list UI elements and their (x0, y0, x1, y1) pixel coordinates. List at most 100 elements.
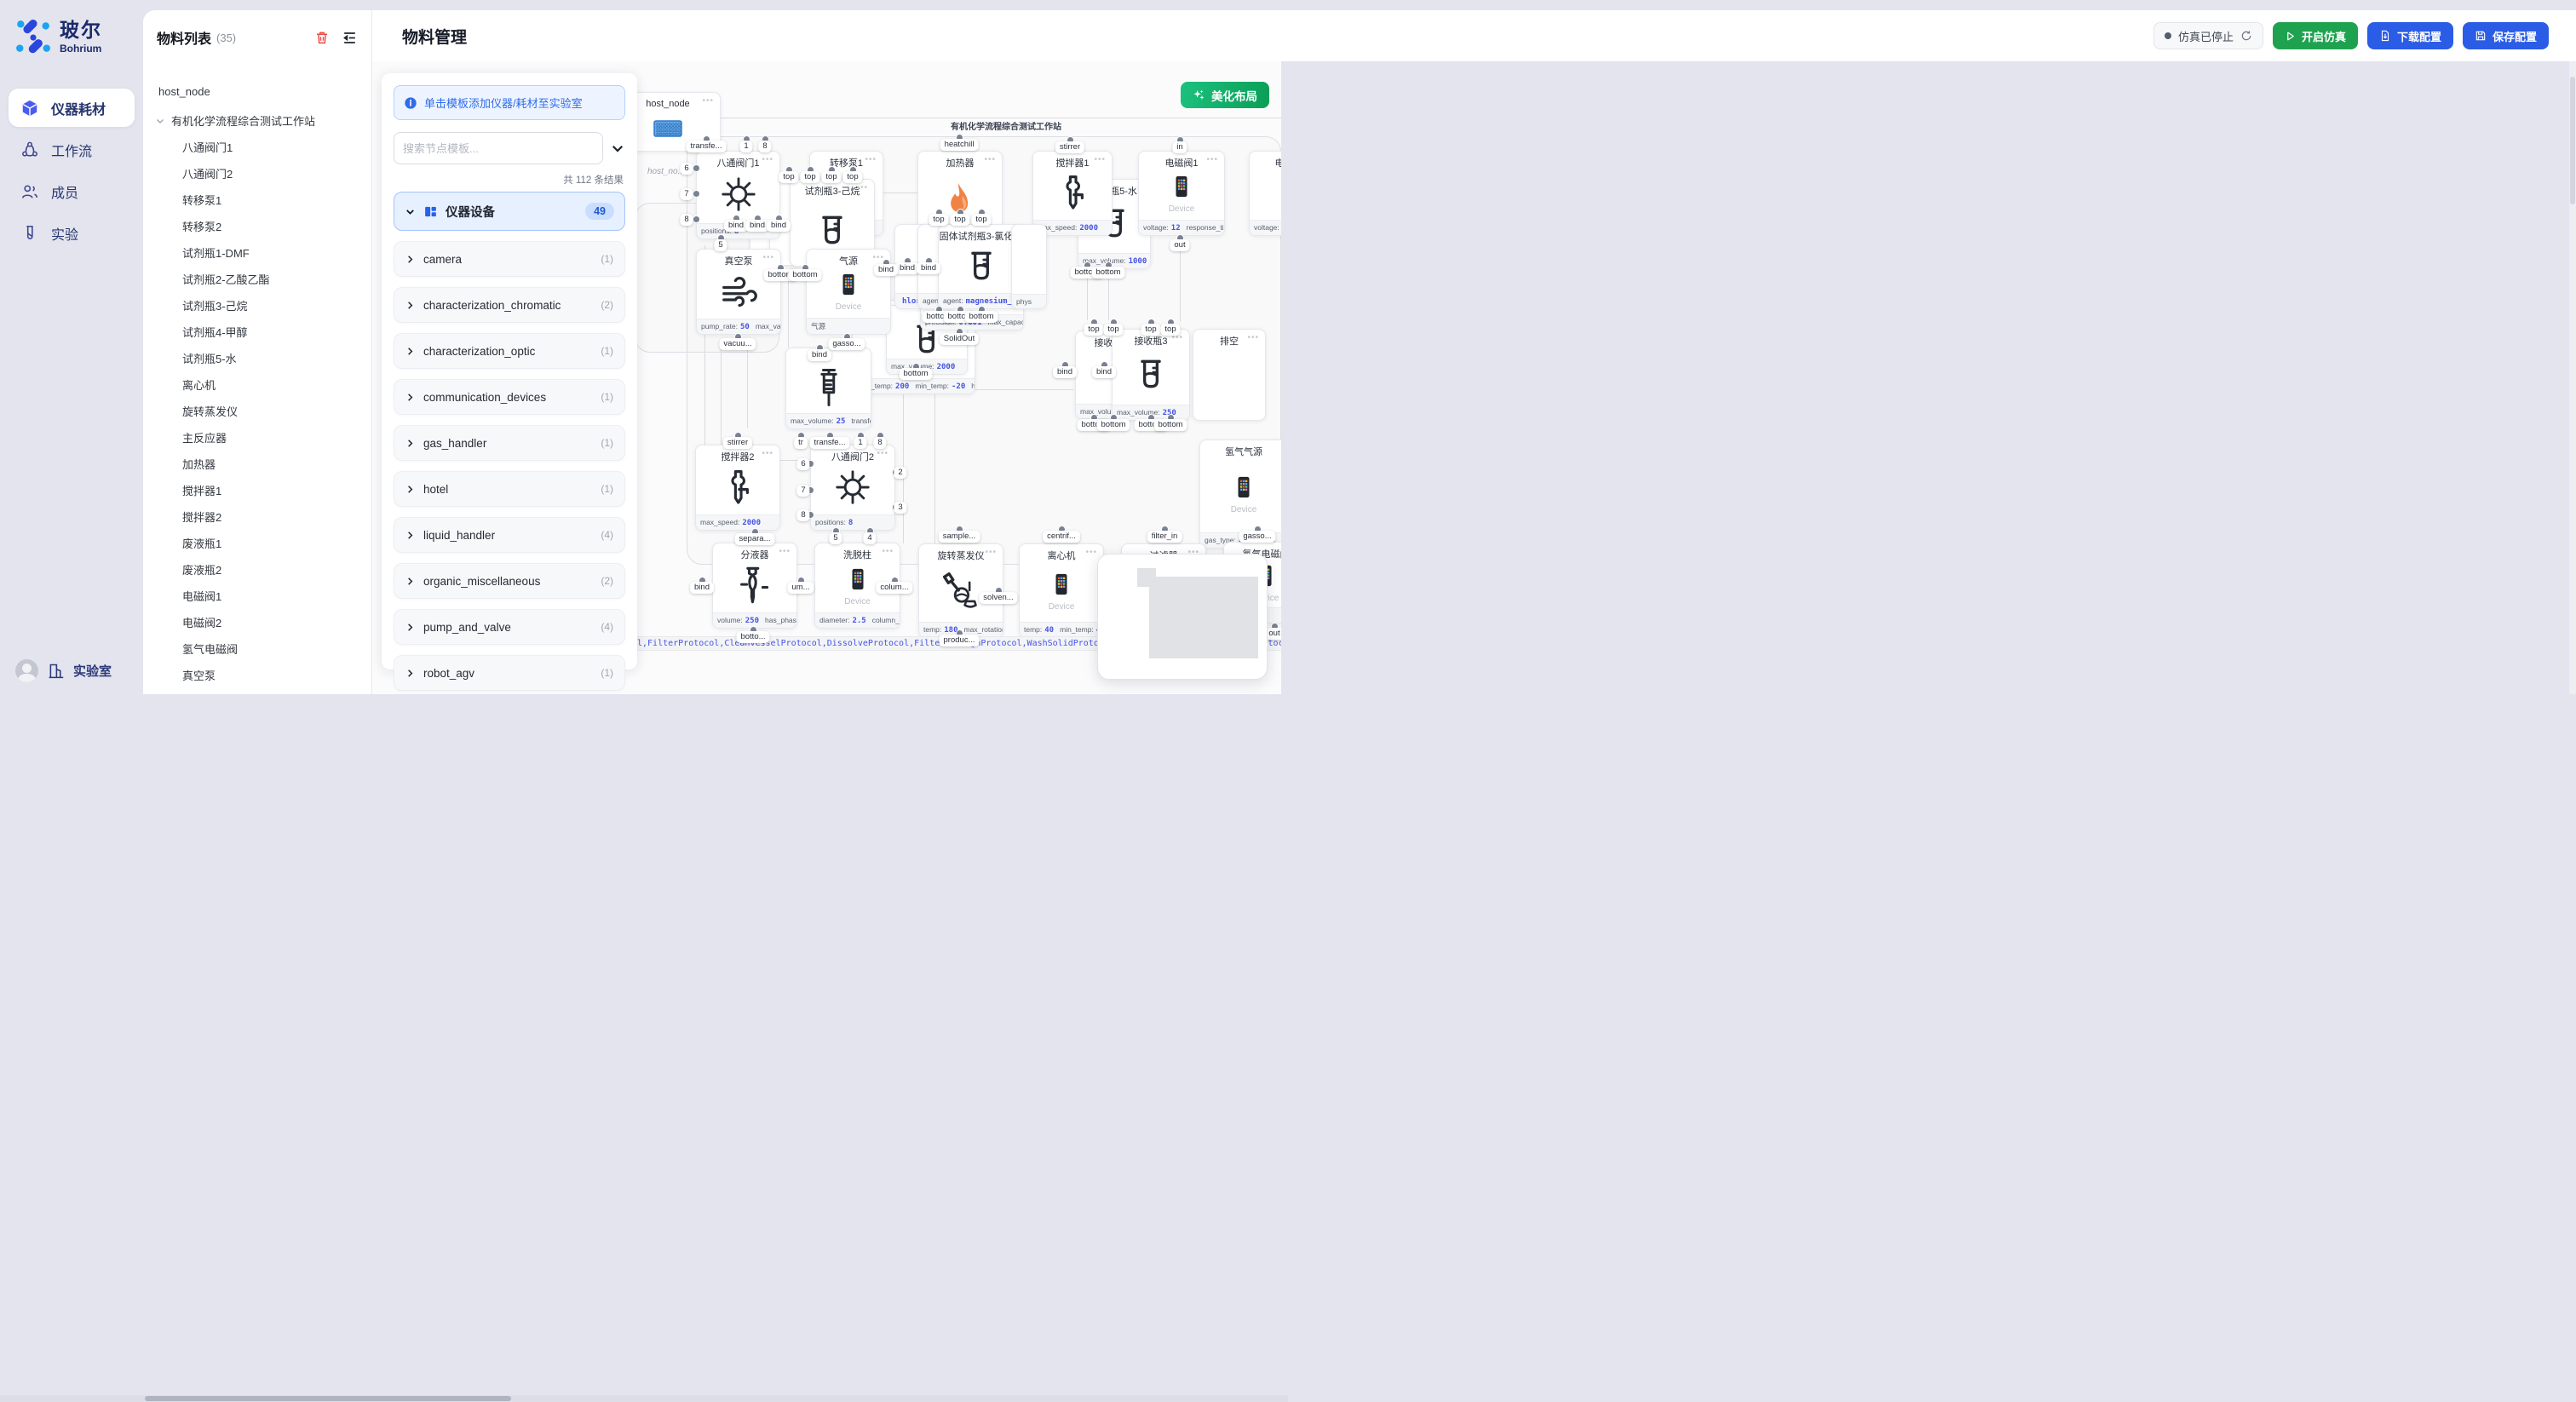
port-pill[interactable]: top (1103, 324, 1123, 336)
port-pill[interactable]: 8 (758, 141, 771, 152)
canvas-node[interactable]: 气源••• Device气源 (806, 249, 891, 335)
tree-item[interactable]: 搅拌器1 (143, 477, 371, 503)
tree-item[interactable]: 离心机 (143, 371, 371, 398)
template-item[interactable]: pump_and_valve(4) (394, 609, 625, 645)
node-menu-icon[interactable]: ••• (702, 97, 714, 106)
canvas-node[interactable]: 电磁阀2voltage:12 (1249, 151, 1281, 236)
port-pill[interactable]: 8 (873, 437, 886, 449)
download-config-button[interactable]: 下载配置 (2367, 22, 2453, 49)
port-pill[interactable]: transfe... (810, 437, 850, 449)
node-menu-icon[interactable]: ••• (779, 548, 791, 556)
port-pill[interactable]: 5 (714, 239, 727, 251)
port-pill[interactable]: sample... (939, 531, 980, 543)
node-menu-icon[interactable]: ••• (1094, 156, 1106, 164)
port-pill[interactable]: bind (1092, 366, 1116, 378)
canvas-node[interactable]: 搅拌器1•••max_speed:2000 (1032, 151, 1113, 236)
port-pill[interactable]: top (779, 171, 798, 183)
node-menu-icon[interactable]: ••• (762, 450, 773, 458)
sidebar-item-workflow[interactable]: 工作流 (9, 130, 135, 169)
port-pill[interactable]: bind (917, 262, 940, 274)
port-pill[interactable]: gasso... (828, 338, 865, 350)
tree-item[interactable]: 电磁阀1 (143, 583, 371, 609)
tree-item[interactable]: 试剂瓶1-DMF (143, 239, 371, 266)
tree-item[interactable]: 八通阀门1 (143, 134, 371, 160)
scrollbar-thumb[interactable] (2570, 77, 2575, 204)
port-pill[interactable]: tr (794, 437, 808, 449)
simulation-status-pill[interactable]: 仿真已停止 (2153, 22, 2263, 49)
node-menu-icon[interactable]: ••• (984, 156, 996, 164)
port-pill[interactable]: bind (767, 220, 791, 232)
tree-item[interactable]: 试剂瓶2-乙酸乙酯 (143, 266, 371, 292)
chevron-double-down-icon[interactable] (610, 141, 625, 156)
port-pill[interactable]: stirrer (723, 437, 752, 449)
port-pill[interactable]: top (1160, 324, 1180, 336)
canvas-node[interactable]: 八通阀门2••• positions:8 (810, 445, 895, 531)
tree-item[interactable]: 电磁阀2 (143, 609, 371, 635)
node-menu-icon[interactable]: ••• (762, 254, 774, 262)
canvas-node[interactable]: 接收瓶3••• max_volume:250 (1112, 329, 1190, 421)
port-pill[interactable]: 7 (680, 188, 693, 200)
tree-item[interactable]: 废液瓶1 (143, 530, 371, 556)
port-pill[interactable]: bind (745, 220, 769, 232)
port-pill[interactable]: bottom (964, 311, 998, 323)
port-pill[interactable]: produc... (940, 635, 980, 646)
canvas-node[interactable]: 搅拌器2•••max_speed:2000 (695, 445, 780, 531)
canvas-node[interactable]: 分液器••• volume:250has_phases:true (712, 543, 797, 629)
start-simulation-button[interactable]: 开启仿真 (2273, 22, 2358, 49)
sidebar-item-experiments[interactable]: 实验 (9, 214, 135, 252)
port-pill[interactable]: bind (724, 220, 748, 232)
node-menu-icon[interactable]: ••• (985, 549, 997, 557)
port-pill[interactable]: top (1084, 324, 1103, 336)
port-pill[interactable]: out (1170, 239, 1189, 251)
minimap[interactable] (1097, 554, 1268, 680)
template-item[interactable]: gas_handler(1) (394, 425, 625, 461)
trash-icon[interactable] (314, 30, 330, 45)
port-pill[interactable]: filter_in (1147, 531, 1182, 543)
port-pill[interactable]: 5 (829, 532, 842, 544)
tree-item[interactable]: 旋转蒸发仪 (143, 398, 371, 424)
tree-item[interactable]: 真空泵 (143, 662, 371, 688)
port-pill[interactable]: bind (808, 349, 831, 361)
port-pill[interactable]: bind (874, 264, 898, 276)
template-item[interactable]: robot_agv(1) (394, 655, 625, 691)
tree-item[interactable]: 试剂瓶3-己烷 (143, 292, 371, 319)
canvas-node[interactable]: 离心机••• Devicetemp:40min_temp:4max_spe (1019, 543, 1104, 638)
port-pill[interactable]: in (1172, 141, 1187, 153)
canvas-node[interactable]: phys (1011, 224, 1047, 309)
port-pill[interactable]: 1 (854, 437, 866, 449)
port-pill[interactable]: bottom (1091, 267, 1124, 279)
port-pill[interactable]: 4 (863, 532, 876, 544)
category-instruments[interactable]: 仪器设备 49 (394, 192, 625, 231)
tree-item[interactable]: 氢气电磁阀 (143, 635, 371, 662)
port-pill[interactable]: 3 (894, 502, 906, 514)
beautify-layout-button[interactable]: 美化布局 (1181, 82, 1269, 108)
port-pill[interactable]: top (929, 214, 948, 226)
port-pill[interactable]: colum... (876, 582, 912, 594)
template-item[interactable]: hotel(1) (394, 471, 625, 507)
port-pill[interactable]: centrif... (1043, 531, 1080, 543)
sidebar-item-members[interactable]: 成员 (9, 172, 135, 210)
port-pill[interactable]: gasso... (1239, 531, 1275, 543)
tree-item[interactable]: 转移泵1 (143, 187, 371, 213)
port-pill[interactable]: top (950, 214, 969, 226)
port-pill[interactable]: solven... (979, 592, 1017, 604)
tree-item[interactable]: 搅拌器2 (143, 503, 371, 530)
port-pill[interactable]: separa... (735, 533, 775, 545)
node-menu-icon[interactable]: ••• (856, 184, 868, 192)
collapse-panel-icon[interactable] (342, 30, 358, 46)
avatar[interactable] (15, 659, 38, 682)
port-pill[interactable]: bottom (788, 269, 821, 281)
save-config-button[interactable]: 保存配置 (2463, 22, 2549, 49)
port-pill[interactable]: top (971, 214, 991, 226)
port-dot-icon[interactable] (693, 215, 700, 223)
port-pill[interactable]: top (842, 171, 862, 183)
vertical-scrollbar[interactable] (2569, 61, 2576, 694)
tree-item[interactable]: 八通阀门2 (143, 160, 371, 187)
port-pill[interactable]: 2 (894, 467, 906, 479)
tree-item-host-node[interactable]: host_node (143, 78, 371, 105)
port-pill[interactable]: heatchill (940, 139, 979, 151)
port-pill[interactable]: um... (787, 582, 814, 594)
node-menu-icon[interactable]: ••• (877, 450, 888, 458)
port-pill[interactable]: transfe... (687, 141, 727, 152)
port-pill[interactable]: bind (1053, 366, 1077, 378)
